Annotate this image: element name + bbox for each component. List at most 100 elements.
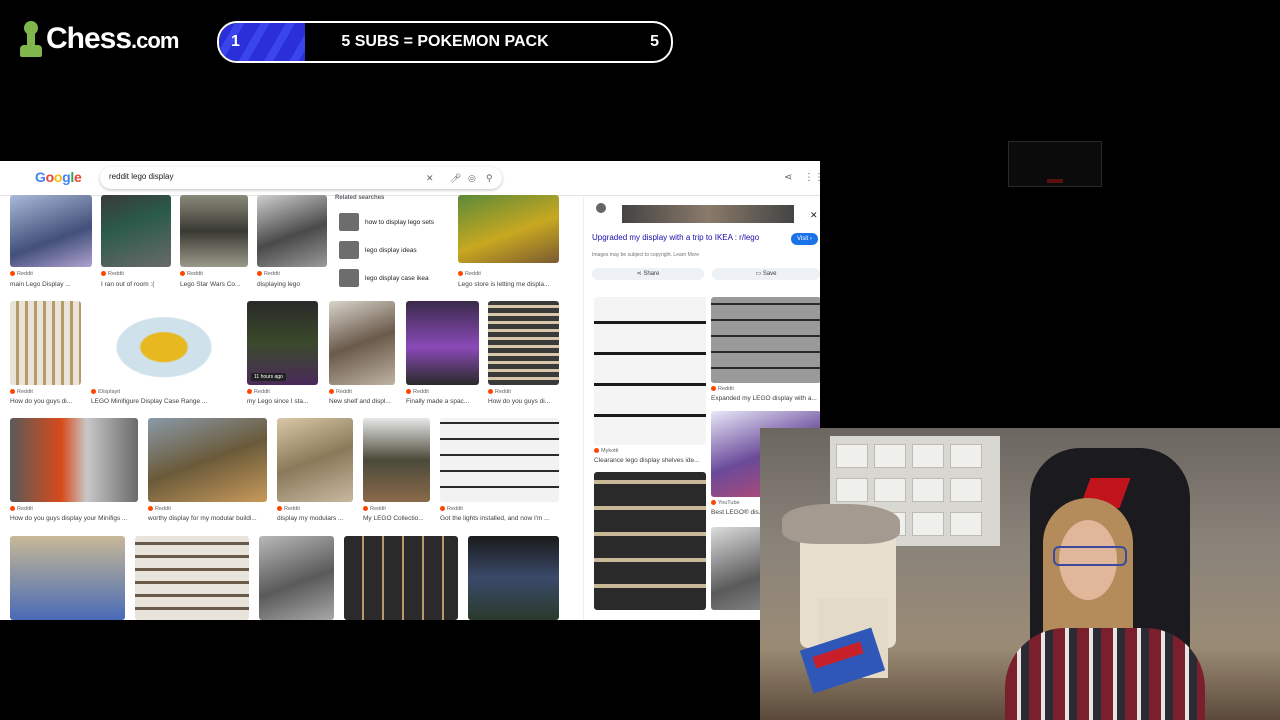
result-thumbnail[interactable]: [148, 418, 267, 502]
preview-image[interactable]: [622, 205, 794, 223]
result-thumbnail[interactable]: [594, 472, 706, 610]
search-query[interactable]: reddit lego display: [109, 172, 173, 181]
result-thumbnail[interactable]: [10, 195, 92, 267]
result-source: Reddit: [711, 386, 734, 392]
result-source: Reddit: [10, 271, 33, 277]
result-thumbnail[interactable]: [594, 297, 706, 445]
result-thumbnail[interactable]: [277, 418, 353, 502]
clear-icon[interactable]: ✕: [426, 172, 434, 184]
result-title[interactable]: displaying lego: [257, 281, 300, 288]
google-logo[interactable]: Google: [35, 169, 82, 185]
related-tile[interactable]: [594, 472, 706, 610]
result-tile[interactable]: Reddit How do you guys display your Mini…: [10, 418, 138, 524]
result-thumbnail[interactable]: [458, 195, 559, 263]
result-title[interactable]: Lego Star Wars Co...: [180, 281, 240, 288]
dialog-button-shape: [1047, 179, 1063, 183]
result-source: Reddit: [406, 389, 429, 395]
search-icon[interactable]: ⚲: [486, 172, 493, 184]
glasses: [1053, 546, 1127, 566]
share-icon[interactable]: ⋖: [784, 172, 792, 183]
result-title[interactable]: I ran out of room :(: [101, 281, 154, 288]
result-tile[interactable]: 11 hours ago Reddit my Lego since I sta.…: [247, 301, 318, 407]
share-button[interactable]: ⋖ Share: [592, 268, 704, 280]
result-thumbnail[interactable]: 11 hours ago: [247, 301, 318, 385]
result-tile[interactable]: [344, 536, 458, 620]
search-box[interactable]: reddit lego display ✕ 🎤︎ ◎ ⚲: [100, 167, 502, 189]
result-title[interactable]: Clearance lego display shelves ide...: [594, 457, 700, 464]
result-thumbnail[interactable]: [91, 301, 237, 385]
result-tile[interactable]: Reddit worthy display for my modular bui…: [148, 418, 267, 524]
preview-title[interactable]: Upgraded my display with a trip to IKEA …: [592, 233, 759, 242]
result-tile[interactable]: [135, 536, 249, 620]
result-source: Reddit: [257, 271, 280, 277]
result-tile[interactable]: Reddit Got the lights installed, and now…: [440, 418, 559, 524]
visit-button[interactable]: Visit ›: [791, 233, 818, 245]
result-tile[interactable]: Reddit Lego Star Wars Co...: [180, 195, 248, 291]
result-tile[interactable]: Reddit New shelf and displ...: [329, 301, 395, 407]
related-item[interactable]: how to display lego sets: [339, 213, 434, 231]
camera-icon[interactable]: ◎: [468, 172, 476, 184]
result-tile[interactable]: Reddit displaying lego: [257, 195, 327, 291]
time-badge: 11 hours ago: [251, 373, 286, 381]
result-source: Reddit: [101, 271, 124, 277]
result-thumbnail[interactable]: [363, 418, 430, 502]
result-title[interactable]: Got the lights installed, and now I'm ..…: [440, 515, 550, 522]
result-title[interactable]: How do you guys di...: [488, 398, 550, 405]
result-title[interactable]: main Lego Display ...: [10, 281, 71, 288]
result-tile[interactable]: iDisplayit LEGO Minifigure Display Case …: [91, 301, 237, 407]
result-thumbnail[interactable]: [257, 195, 327, 267]
result-thumbnail[interactable]: [344, 536, 458, 620]
related-label[interactable]: lego display ideas: [365, 247, 417, 254]
mic-icon[interactable]: 🎤︎: [450, 172, 461, 184]
result-tile[interactable]: [10, 536, 125, 620]
result-thumbnail[interactable]: [135, 536, 249, 620]
result-tile[interactable]: Reddit Lego store is letting me displa..…: [458, 195, 559, 291]
related-tile[interactable]: Mykotti Clearance lego display shelves i…: [594, 297, 706, 467]
result-tile[interactable]: Reddit display my modulars ...: [277, 418, 353, 524]
related-item[interactable]: lego display ideas: [339, 241, 417, 259]
result-thumbnail[interactable]: [101, 195, 171, 267]
result-thumbnail[interactable]: [440, 418, 559, 502]
related-tile[interactable]: Reddit Expanded my LEGO display with a..…: [711, 297, 820, 407]
result-thumbnail[interactable]: [468, 536, 559, 620]
result-title[interactable]: Lego store is letting me displa...: [458, 281, 549, 288]
result-tile[interactable]: [468, 536, 559, 620]
related-label[interactable]: how to display lego sets: [365, 219, 434, 226]
result-thumbnail[interactable]: [329, 301, 395, 385]
result-title[interactable]: LEGO Minifigure Display Case Range ...: [91, 398, 207, 405]
result-tile[interactable]: Reddit My LEGO Collectio...: [363, 418, 430, 524]
result-thumbnail[interactable]: [711, 297, 820, 383]
result-thumbnail[interactable]: [10, 536, 125, 620]
result-title[interactable]: How do you guys display your Minifigs ..…: [10, 515, 127, 522]
result-title[interactable]: my Lego since I sta...: [247, 398, 308, 405]
result-title[interactable]: Expanded my LEGO display with a...: [711, 395, 817, 402]
result-title[interactable]: Best LEGO® dis...: [711, 509, 764, 516]
result-tile[interactable]: Reddit I ran out of room :(: [101, 195, 171, 291]
chess-com-logo: Chess.com: [20, 16, 179, 62]
close-icon[interactable]: ✕: [810, 210, 818, 221]
apps-icon[interactable]: ⋮⋮: [804, 172, 820, 183]
result-thumbnail[interactable]: [488, 301, 559, 385]
result-title[interactable]: worthy display for my modular buildi...: [148, 515, 257, 522]
result-title[interactable]: display my modulars ...: [277, 515, 343, 522]
result-tile[interactable]: Reddit How do you guys di...: [10, 301, 81, 407]
result-title[interactable]: My LEGO Collectio...: [363, 515, 424, 522]
related-thumbnail: [339, 213, 359, 231]
result-tile[interactable]: Reddit How do you guys di...: [488, 301, 559, 407]
save-button[interactable]: ▭ Save: [712, 268, 820, 280]
result-thumbnail[interactable]: [180, 195, 248, 267]
related-item[interactable]: lego display case ikea: [339, 269, 429, 287]
result-tile[interactable]: Reddit main Lego Display ...: [10, 195, 92, 291]
result-title[interactable]: Finally made a spac...: [406, 398, 469, 405]
result-thumbnail[interactable]: [10, 418, 138, 502]
related-label[interactable]: lego display case ikea: [365, 275, 429, 282]
result-thumbnail[interactable]: [10, 301, 81, 385]
result-thumbnail[interactable]: [259, 536, 334, 620]
result-title[interactable]: How do you guys di...: [10, 398, 72, 405]
result-thumbnail[interactable]: [406, 301, 479, 385]
streamer-shirt: [1005, 628, 1205, 720]
result-tile[interactable]: Reddit Finally made a spac...: [406, 301, 479, 407]
related-heading: Related searches: [335, 195, 385, 201]
result-tile[interactable]: [259, 536, 334, 620]
result-title[interactable]: New shelf and displ...: [329, 398, 391, 405]
